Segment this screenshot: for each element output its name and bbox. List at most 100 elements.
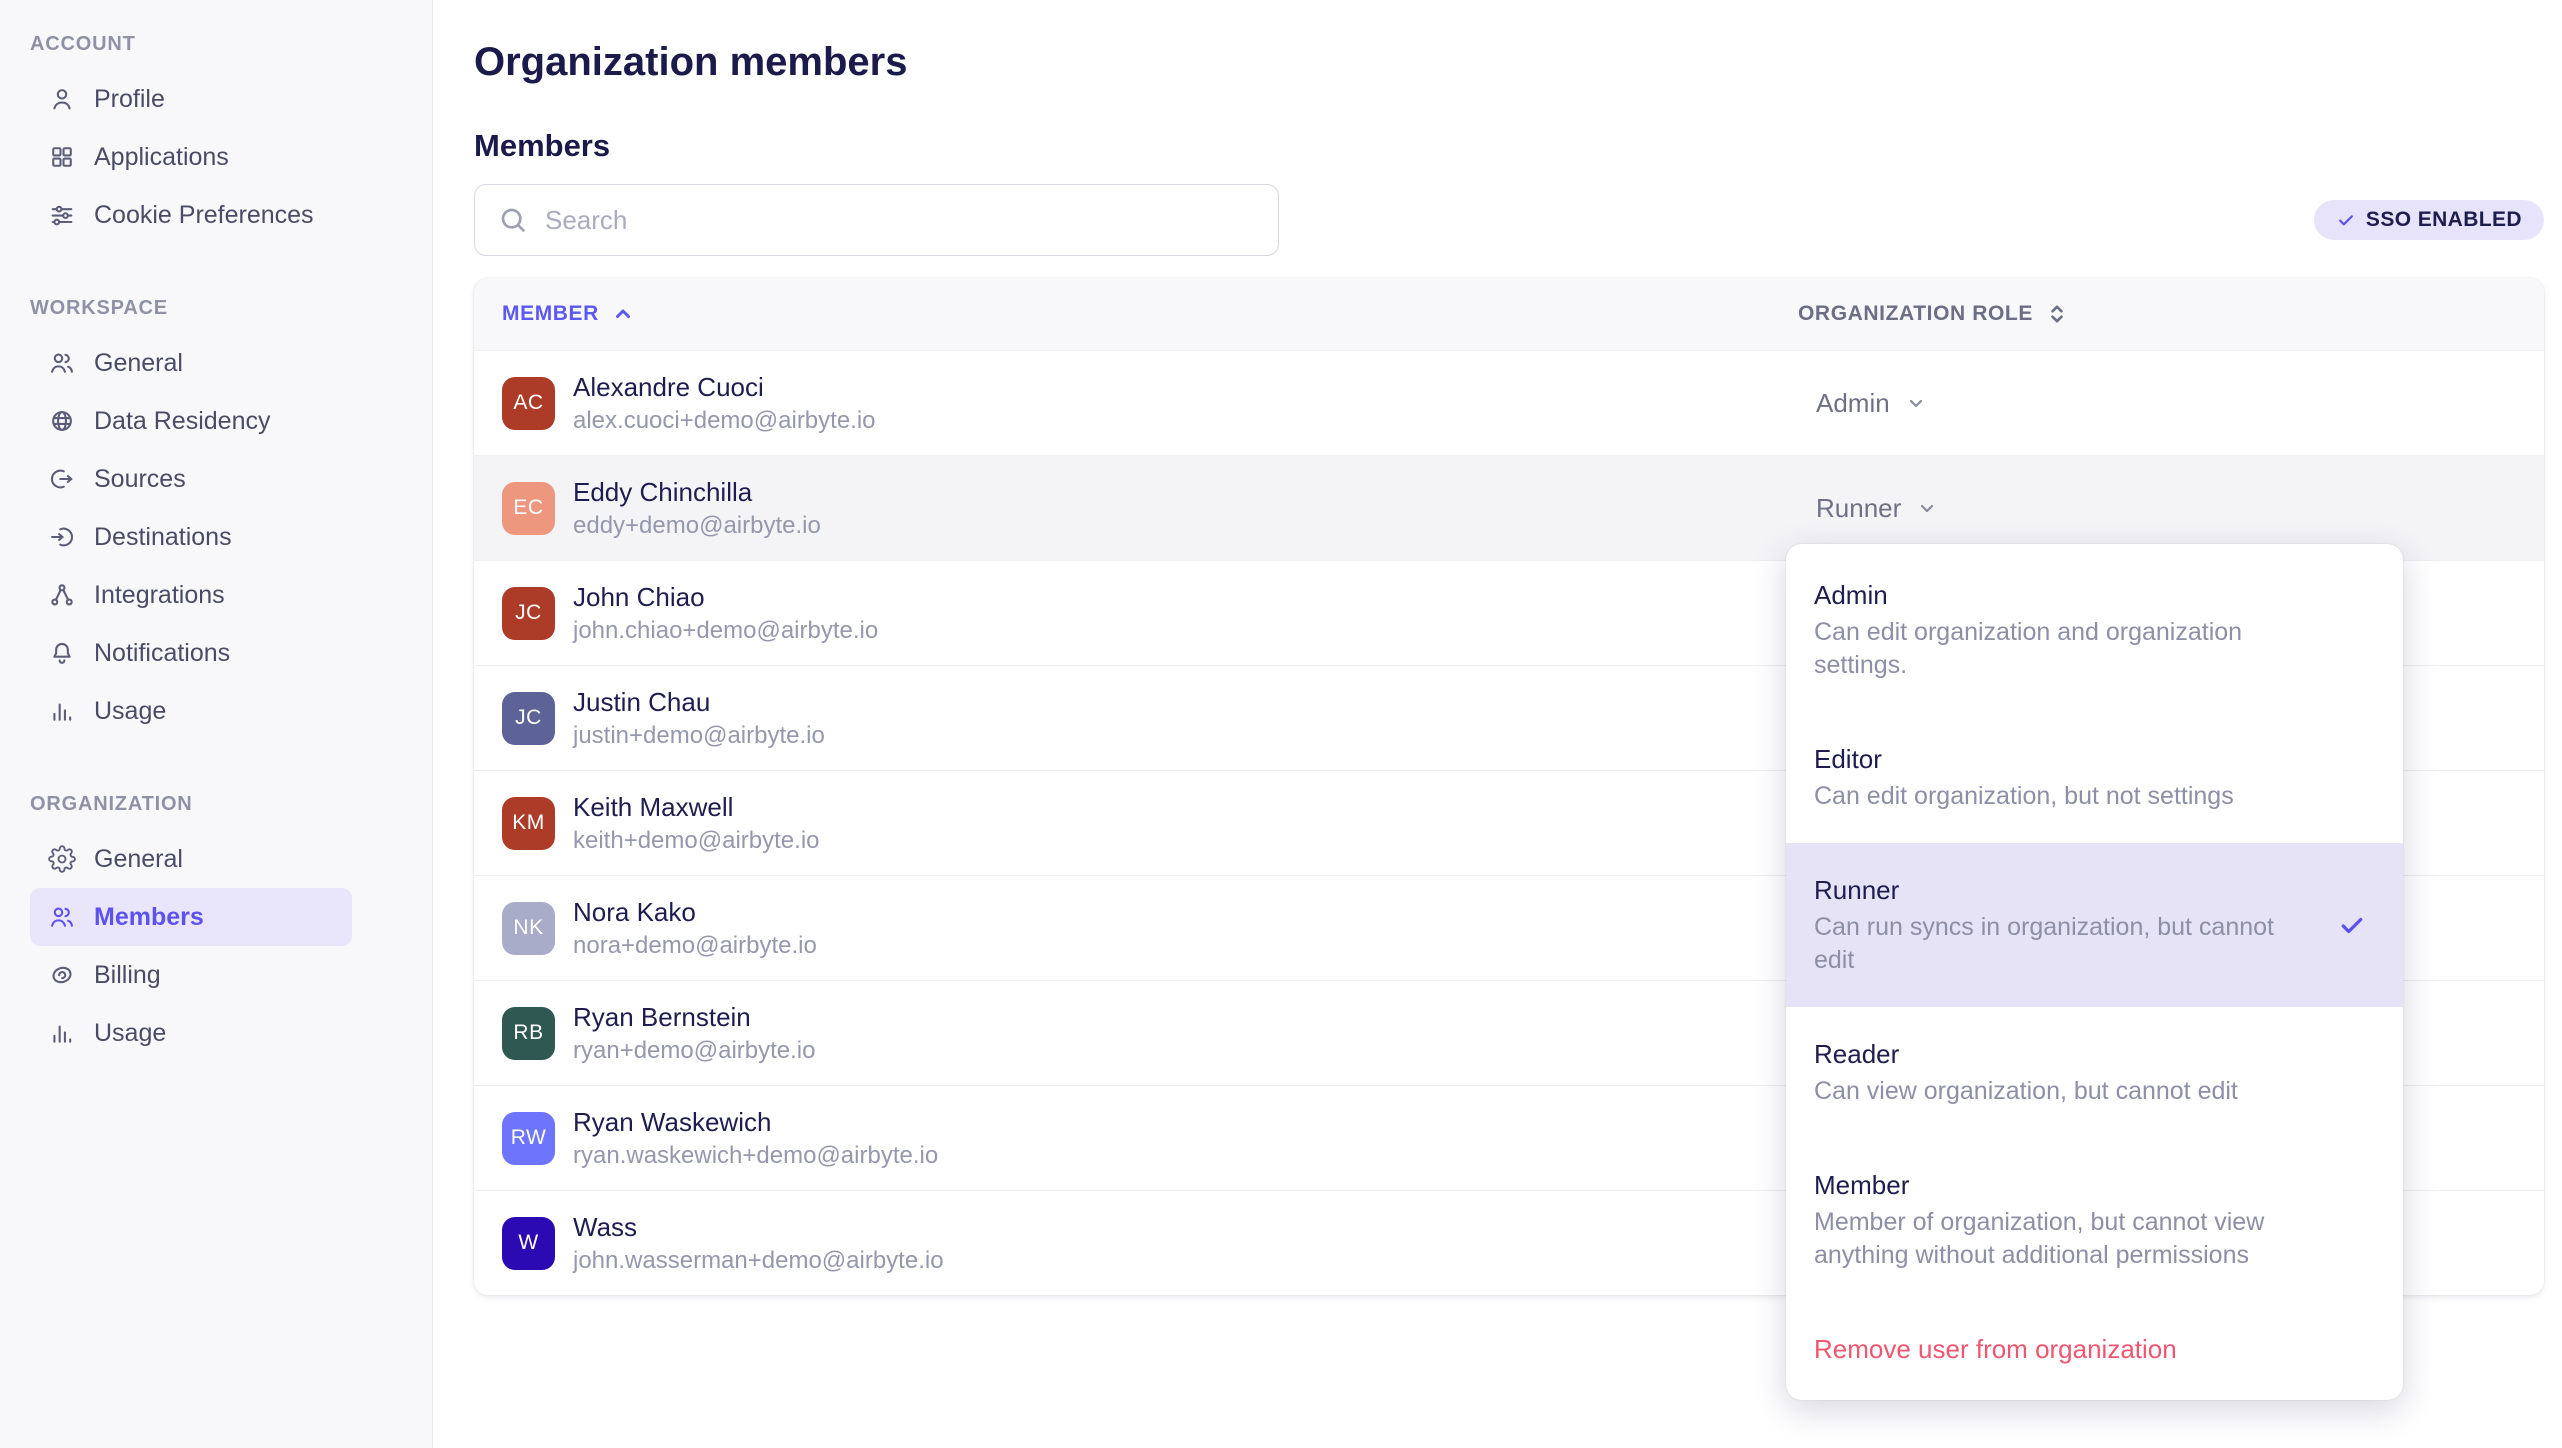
billing-icon bbox=[48, 961, 76, 989]
section-label-account: ACCOUNT bbox=[0, 32, 432, 56]
avatar: W bbox=[502, 1217, 555, 1270]
member-cell: W Wass john.wasserman+demo@airbyte.io bbox=[474, 1211, 1798, 1276]
search-input[interactable] bbox=[545, 205, 1256, 236]
avatar: NK bbox=[502, 902, 555, 955]
column-header-label: ORGANIZATION ROLE bbox=[1798, 302, 2033, 326]
role-option-editor[interactable]: Editor Can edit organization, but not se… bbox=[1786, 712, 2403, 843]
role-option-runner[interactable]: Runner Can run syncs in organization, bu… bbox=[1786, 843, 2403, 1007]
sidebar-item-label: Destinations bbox=[94, 523, 232, 551]
sidebar-item-label: Usage bbox=[94, 1019, 166, 1047]
member-cell: JC Justin Chau justin+demo@airbyte.io bbox=[474, 686, 1798, 751]
member-name: John Chiao bbox=[573, 581, 878, 613]
destination-icon bbox=[48, 523, 76, 551]
members-table-wrap: MEMBER ORGANIZATION ROLE AC Alexandre Cu… bbox=[474, 278, 2544, 1295]
sidebar-item-members[interactable]: Members bbox=[30, 888, 352, 946]
role-option-label: Admin bbox=[1814, 578, 2375, 612]
role-dropdown-trigger[interactable]: Runner bbox=[1816, 493, 1939, 524]
sidebar-item-label: Notifications bbox=[94, 639, 230, 667]
sidebar-item-label: Billing bbox=[94, 961, 161, 989]
sso-enabled-badge: SSO ENABLED bbox=[2314, 200, 2544, 240]
sidebar-item-organization-general[interactable]: General bbox=[30, 830, 352, 888]
chevron-up-icon bbox=[611, 302, 635, 326]
bar-chart-icon bbox=[48, 697, 76, 725]
avatar: RB bbox=[502, 1007, 555, 1060]
remove-user-action[interactable]: Remove user from organization bbox=[1786, 1302, 2403, 1396]
app-window: ACCOUNT Profile Applications Cookie Pref… bbox=[0, 0, 2562, 1448]
sidebar-item-label: Cookie Preferences bbox=[94, 201, 314, 229]
sidebar-item-billing[interactable]: Billing bbox=[30, 946, 352, 1004]
section-label-workspace: WORKSPACE bbox=[0, 296, 432, 320]
role-option-label: Member bbox=[1814, 1168, 2375, 1202]
member-email: alex.cuoci+demo@airbyte.io bbox=[573, 406, 876, 436]
member-name: Eddy Chinchilla bbox=[573, 476, 821, 508]
member-cell: KM Keith Maxwell keith+demo@airbyte.io bbox=[474, 791, 1798, 856]
grid-icon bbox=[48, 143, 76, 171]
sidebar-item-organization-usage[interactable]: Usage bbox=[30, 1004, 352, 1062]
sidebar-item-notifications[interactable]: Notifications bbox=[30, 624, 352, 682]
source-icon bbox=[48, 465, 76, 493]
role-cell: Admin bbox=[1798, 388, 2544, 419]
member-cell: RB Ryan Bernstein ryan+demo@airbyte.io bbox=[474, 1001, 1798, 1066]
sliders-icon bbox=[48, 201, 76, 229]
sidebar-item-label: Members bbox=[94, 903, 204, 931]
gear-icon bbox=[48, 845, 76, 873]
role-option-label: Reader bbox=[1814, 1037, 2375, 1071]
sidebar-item-label: Sources bbox=[94, 465, 186, 493]
search-icon bbox=[497, 204, 529, 236]
role-option-description: Can edit organization and organization s… bbox=[1814, 616, 2314, 682]
sidebar-item-destinations[interactable]: Destinations bbox=[30, 508, 352, 566]
role-option-label: Runner bbox=[1814, 873, 2337, 907]
member-email: john.wasserman+demo@airbyte.io bbox=[573, 1246, 944, 1276]
member-name: Nora Kako bbox=[573, 896, 817, 928]
globe-icon bbox=[48, 407, 76, 435]
sidebar-item-cookie-preferences[interactable]: Cookie Preferences bbox=[30, 186, 352, 244]
column-header-label: MEMBER bbox=[502, 302, 599, 326]
avatar: EC bbox=[502, 482, 555, 535]
sidebar-item-label: General bbox=[94, 349, 183, 377]
settings-sidebar: ACCOUNT Profile Applications Cookie Pref… bbox=[0, 0, 433, 1448]
sidebar-item-label: Usage bbox=[94, 697, 166, 725]
avatar: AC bbox=[502, 377, 555, 430]
member-cell: RW Ryan Waskewich ryan.waskewich+demo@ai… bbox=[474, 1106, 1798, 1171]
member-email: ryan.waskewich+demo@airbyte.io bbox=[573, 1141, 938, 1171]
role-dropdown-trigger[interactable]: Admin bbox=[1816, 388, 1928, 419]
member-cell: AC Alexandre Cuoci alex.cuoci+demo@airby… bbox=[474, 371, 1798, 436]
column-header-member[interactable]: MEMBER bbox=[474, 302, 1798, 326]
table-header-row: MEMBER ORGANIZATION ROLE bbox=[474, 278, 2544, 350]
sidebar-section-workspace: WORKSPACE General Data Residency Sources… bbox=[0, 296, 432, 740]
member-name: Justin Chau bbox=[573, 686, 825, 718]
search-box bbox=[474, 184, 1279, 256]
role-option-admin[interactable]: Admin Can edit organization and organiza… bbox=[1786, 548, 2403, 712]
sidebar-item-label: Profile bbox=[94, 85, 165, 113]
role-option-reader[interactable]: Reader Can view organization, but cannot… bbox=[1786, 1007, 2403, 1138]
column-header-organization-role[interactable]: ORGANIZATION ROLE bbox=[1798, 302, 2544, 326]
bell-icon bbox=[48, 639, 76, 667]
check-icon bbox=[2337, 910, 2367, 940]
sidebar-item-workspace-general[interactable]: General bbox=[30, 334, 352, 392]
role-value: Runner bbox=[1816, 493, 1901, 524]
members-section-title: Members bbox=[474, 128, 2544, 164]
sidebar-item-profile[interactable]: Profile bbox=[30, 70, 352, 128]
sidebar-item-workspace-usage[interactable]: Usage bbox=[30, 682, 352, 740]
users-icon bbox=[48, 903, 76, 931]
members-toolbar: SSO ENABLED bbox=[474, 184, 2544, 256]
member-cell: JC John Chiao john.chiao+demo@airbyte.io bbox=[474, 581, 1798, 646]
member-name: Ryan Waskewich bbox=[573, 1106, 938, 1138]
sidebar-item-applications[interactable]: Applications bbox=[30, 128, 352, 186]
role-option-member[interactable]: Member Member of organization, but canno… bbox=[1786, 1138, 2403, 1302]
sidebar-item-label: Applications bbox=[94, 143, 229, 171]
sidebar-item-integrations[interactable]: Integrations bbox=[30, 566, 352, 624]
member-name: Ryan Bernstein bbox=[573, 1001, 815, 1033]
sidebar-item-label: Data Residency bbox=[94, 407, 270, 435]
member-email: justin+demo@airbyte.io bbox=[573, 721, 825, 751]
sort-icon bbox=[2045, 302, 2069, 326]
avatar: KM bbox=[502, 797, 555, 850]
sidebar-item-sources[interactable]: Sources bbox=[30, 450, 352, 508]
integrations-icon bbox=[48, 581, 76, 609]
sidebar-item-data-residency[interactable]: Data Residency bbox=[30, 392, 352, 450]
section-label-organization: ORGANIZATION bbox=[0, 792, 432, 816]
role-dropdown-menu: Admin Can edit organization and organiza… bbox=[1786, 544, 2403, 1400]
users-icon bbox=[48, 349, 76, 377]
member-cell: NK Nora Kako nora+demo@airbyte.io bbox=[474, 896, 1798, 961]
role-option-label: Editor bbox=[1814, 742, 2375, 776]
